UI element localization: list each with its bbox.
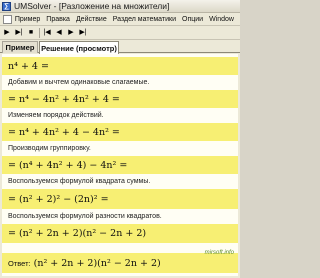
title-bar[interactable]: ∑ UMSolver - [Разложение на множители] [0, 0, 240, 13]
play-icon[interactable]: ▶ [2, 28, 12, 38]
answer-label: Ответ: [8, 258, 31, 268]
solution-step-note: Изменяем порядок действий. [8, 112, 104, 119]
tab-solution[interactable]: Решение (просмотр) [39, 41, 119, 54]
solution-step-equation: = n⁴ − 4n² + 4n² + 4 = [2, 90, 238, 108]
solution-step-note: Производим группировку. [8, 145, 91, 152]
last-icon[interactable]: ▶| [78, 28, 88, 38]
menu-item-math-section[interactable]: Раздел математики [113, 16, 176, 23]
toolbar: ▶ ▶| ■ |◀ ◀ ▶ ▶| [0, 26, 240, 40]
menu-bar: Пример Правка Действие Раздел математики… [0, 13, 240, 26]
app-window: ∑ UMSolver - [Разложение на множители] П… [0, 0, 240, 278]
prev-icon[interactable]: ◀ [54, 28, 64, 38]
answer-line: Ответ: (n² + 2n + 2)(n² − 2n + 2) [2, 253, 238, 273]
solution-step-equation: = (n⁴ + 4n² + 4) − 4n² = [2, 156, 238, 174]
document-icon[interactable] [3, 14, 12, 24]
calculator-icon: ∑ [2, 1, 11, 11]
solution-step-equation: n⁴ + 4 = [2, 57, 238, 75]
solution-step-equation: = (n² + 2)² − (2n)² = [2, 189, 238, 209]
next-icon[interactable]: ▶ [66, 28, 76, 38]
step-icon[interactable]: ▶| [14, 28, 24, 38]
solution-step-note: Воспользуемся формулой квадрата суммы. [8, 178, 151, 185]
solution-step-note: Воспользуемся формулой разности квадрато… [8, 213, 162, 220]
menu-item-edit[interactable]: Правка [46, 16, 70, 23]
answer-value: (n² + 2n + 2)(n² − 2n + 2) [33, 257, 161, 269]
window-title: UMSolver - [Разложение на множители] [14, 1, 170, 11]
toolbar-separator [39, 27, 40, 38]
solution-panel: n⁴ + 4 = Добавим и вычтем одинаковые сла… [2, 54, 238, 276]
solution-step-equation: = n⁴ + 4n² + 4 − 4n² = [2, 123, 238, 141]
solution-step-equation: = (n² + 2n + 2)(n² − 2n + 2) [2, 224, 238, 243]
watermark-text: mirsoft.info [204, 250, 234, 256]
tab-example[interactable]: Пример [2, 41, 38, 53]
menu-item-action[interactable]: Действие [76, 16, 107, 23]
menu-item-options[interactable]: Опции [182, 16, 203, 23]
stop-icon[interactable]: ■ [26, 28, 36, 38]
menu-item-example[interactable]: Пример [15, 16, 40, 23]
tab-bar: Пример Решение (просмотр) [0, 40, 240, 54]
solution-step-note: Добавим и вычтем одинаковые слагаемые. [8, 79, 150, 86]
menu-item-window[interactable]: Window [209, 16, 234, 23]
first-icon[interactable]: |◀ [42, 28, 52, 38]
